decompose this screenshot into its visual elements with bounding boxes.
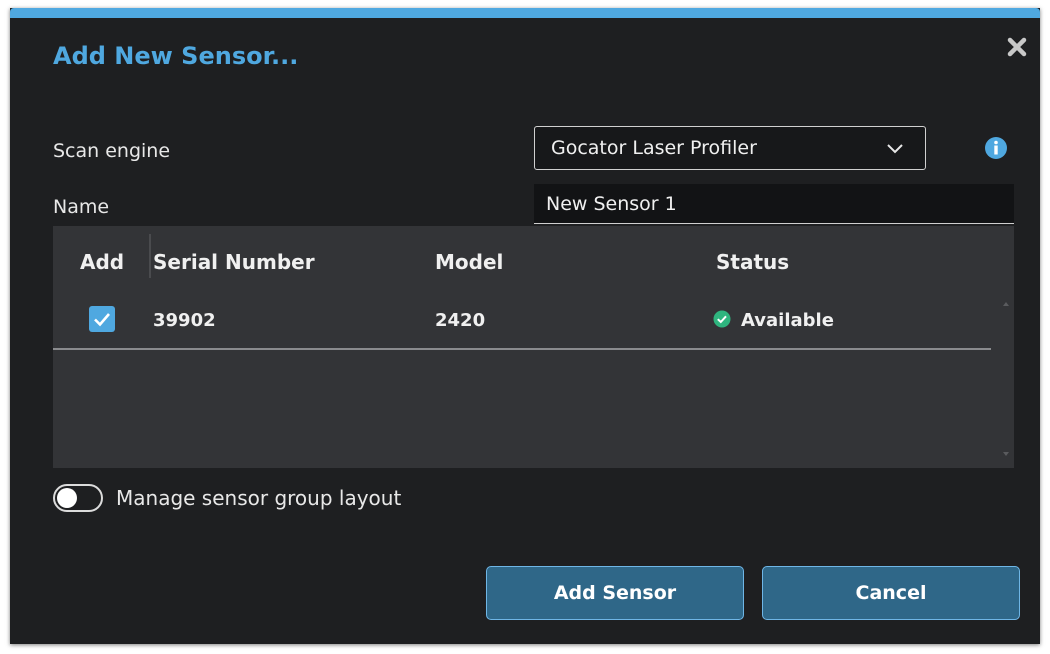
scan-engine-value: Gocator Laser Profiler — [551, 137, 757, 159]
serial-number-cell: 39902 — [153, 310, 216, 331]
dialog-title: Add New Sensor... — [53, 42, 299, 70]
row-divider — [53, 348, 991, 350]
column-header-status[interactable]: Status — [716, 250, 789, 274]
manage-layout-label: Manage sensor group layout — [116, 486, 402, 510]
add-checkbox[interactable] — [89, 306, 115, 332]
sensor-table: Add Serial Number Model Status 39902 242… — [53, 226, 1014, 468]
add-sensor-dialog: Add New Sensor... Scan engine Gocator La… — [10, 8, 1040, 644]
scan-engine-label: Scan engine — [53, 140, 171, 162]
checkmark-icon — [94, 313, 110, 327]
column-header-model[interactable]: Model — [435, 250, 503, 274]
name-label: Name — [53, 196, 110, 218]
status-cell: Available — [741, 310, 834, 331]
column-header-serial-number[interactable]: Serial Number — [153, 250, 315, 274]
scan-engine-select[interactable]: Gocator Laser Profiler — [534, 126, 926, 170]
cancel-button[interactable]: Cancel — [762, 566, 1020, 620]
sensor-name-input[interactable] — [534, 184, 1014, 224]
info-icon[interactable] — [984, 136, 1008, 160]
dialog-accent-bar — [10, 8, 1040, 18]
column-separator — [149, 234, 151, 278]
model-cell: 2420 — [435, 310, 486, 331]
vertical-scrollbar[interactable] — [998, 226, 1014, 468]
add-sensor-button[interactable]: Add Sensor — [486, 566, 744, 620]
chevron-down-icon — [887, 144, 903, 154]
close-icon[interactable] — [1006, 36, 1028, 58]
manage-layout-toggle[interactable] — [53, 484, 103, 512]
column-header-add[interactable]: Add — [80, 250, 124, 274]
toggle-knob — [57, 488, 77, 508]
check-circle-icon — [713, 310, 731, 328]
